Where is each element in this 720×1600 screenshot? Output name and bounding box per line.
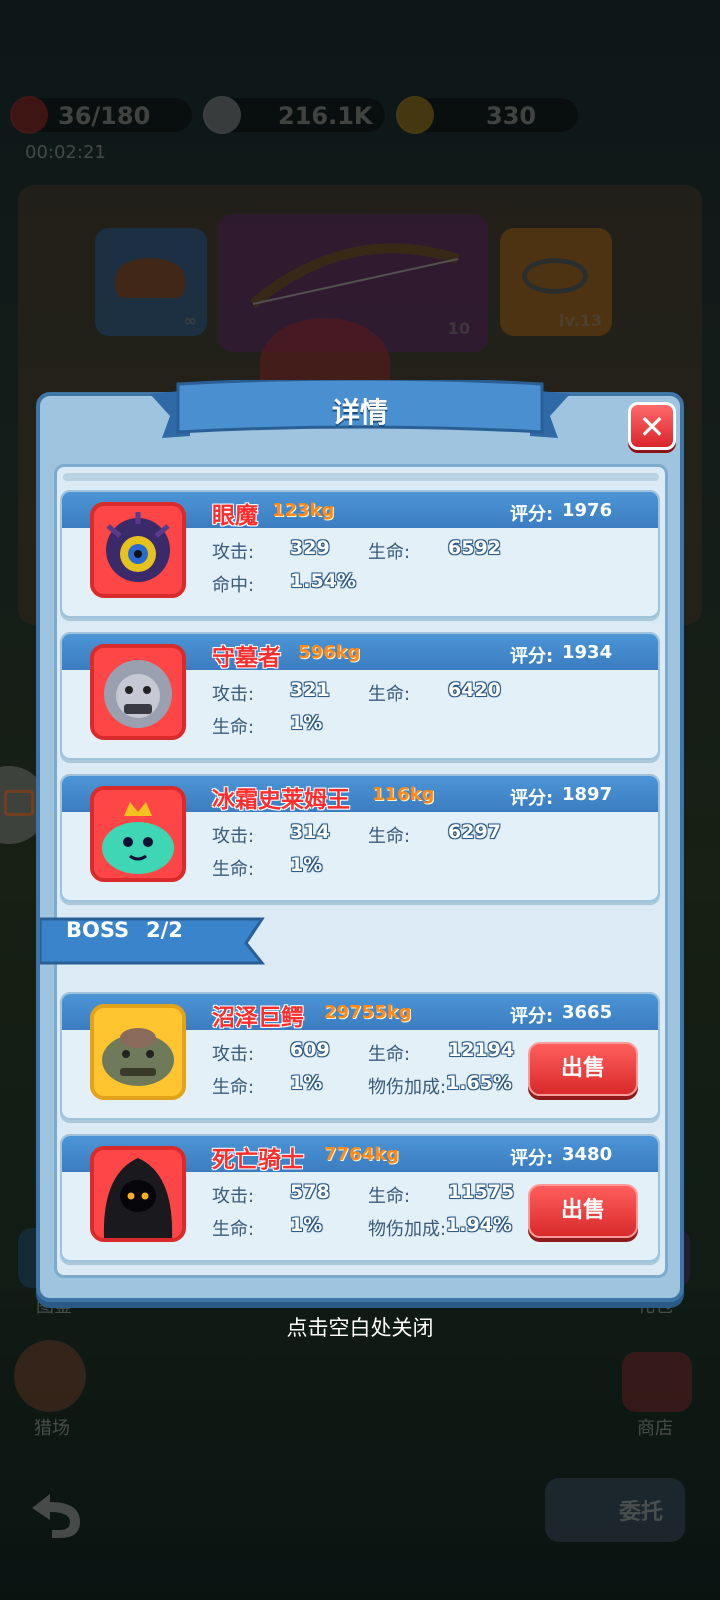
hp-label: 生命: xyxy=(368,684,411,705)
physical-damage-bonus-value: 1.65% xyxy=(446,1072,512,1094)
boss-card-death-knight: 死亡骑士 7764kg 评分: 3480 攻击: 578 生命: 11575 生… xyxy=(60,1134,660,1262)
score-value: 3480 xyxy=(562,1144,613,1165)
attack-value: 314 xyxy=(290,821,330,843)
boss-name: 沼泽巨鳄 xyxy=(212,1005,304,1031)
hit-value: 1.54% xyxy=(290,570,356,592)
attack-label: 攻击: xyxy=(212,1044,255,1065)
hp-value: 11575 xyxy=(448,1181,515,1203)
monster-weight: 123kg xyxy=(272,500,335,521)
monster-weight: 596kg xyxy=(298,642,361,663)
boss-label: BOSS xyxy=(66,918,130,942)
hp-bonus-label: 生命: xyxy=(212,717,255,738)
scroll-top-edge xyxy=(63,473,659,481)
hp-bonus-label: 生命: xyxy=(212,859,255,880)
hp-bonus-label: 生命: xyxy=(212,1219,255,1240)
sell-button[interactable]: 出售 xyxy=(528,1042,638,1096)
hp-bonus-value: 1% xyxy=(290,1072,323,1094)
tomb-keeper-portrait xyxy=(90,644,186,740)
hp-label: 生命: xyxy=(368,826,411,847)
hp-value: 12194 xyxy=(448,1039,515,1061)
attack-label: 攻击: xyxy=(212,826,255,847)
attack-label: 攻击: xyxy=(212,542,255,563)
death-knight-portrait xyxy=(90,1146,186,1242)
boss-count: 2/2 xyxy=(146,918,183,942)
boss-name: 死亡骑士 xyxy=(212,1147,304,1173)
boss-card-swamp-crocodile: 沼泽巨鳄 29755kg 评分: 3665 攻击: 609 生命: 12194 … xyxy=(60,992,660,1120)
sell-button[interactable]: 出售 xyxy=(528,1184,638,1238)
slime-king-icon xyxy=(102,802,174,874)
hp-bonus-value: 1% xyxy=(290,712,323,734)
stone-beast-icon xyxy=(104,660,172,728)
hp-bonus-value: 1% xyxy=(290,854,323,876)
beholder-portrait xyxy=(90,502,186,598)
attack-value: 609 xyxy=(290,1039,330,1061)
attack-value: 329 xyxy=(290,537,330,559)
score-value: 3665 xyxy=(562,1002,613,1023)
hooded-knight-icon xyxy=(103,1158,173,1238)
dialog-title: 详情 xyxy=(331,396,388,429)
eye-monster-icon xyxy=(106,512,170,582)
hp-value: 6592 xyxy=(448,537,501,559)
hp-label: 生命: xyxy=(368,1186,411,1207)
monster-name: 冰霜史莱姆王 xyxy=(212,787,350,813)
monster-card-frost-slime-king: 冰霜史莱姆王 116kg 评分: 1897 攻击: 314 生命: 6297 生… xyxy=(60,774,660,902)
monster-card-tomb-keeper: 守墓者 596kg 评分: 1934 攻击: 321 生命: 6420 生命: … xyxy=(60,632,660,760)
score-label: 评分: xyxy=(510,1148,554,1169)
hp-bonus-value: 1% xyxy=(290,1214,323,1236)
monster-card-beholder: 眼魔 123kg 评分: 1976 攻击: 329 生命: 6592 命中: 1… xyxy=(60,490,660,618)
boss-weight: 29755kg xyxy=(324,1002,412,1023)
attack-label: 攻击: xyxy=(212,684,255,705)
monster-name: 眼魔 xyxy=(212,503,258,529)
boss-weight: 7764kg xyxy=(324,1144,399,1165)
hp-bonus-label: 生命: xyxy=(212,1077,255,1098)
hit-label: 命中: xyxy=(212,575,255,596)
score-label: 评分: xyxy=(510,504,554,525)
monster-name: 守墓者 xyxy=(212,645,281,671)
physical-damage-bonus-value: 1.94% xyxy=(446,1214,512,1236)
hp-value: 6420 xyxy=(448,679,501,701)
score-value: 1976 xyxy=(562,500,613,521)
attack-label: 攻击: xyxy=(212,1186,255,1207)
score-label: 评分: xyxy=(510,1006,554,1027)
monster-weight: 116kg xyxy=(372,784,435,805)
score-label: 评分: xyxy=(510,788,554,809)
score-value: 1897 xyxy=(562,784,613,805)
attack-value: 578 xyxy=(290,1181,330,1203)
close-button[interactable]: ✕ xyxy=(628,402,676,450)
swamp-crocodile-portrait xyxy=(90,1004,186,1100)
physical-damage-bonus-label: 物伤加成: xyxy=(368,1077,447,1098)
close-hint: 点击空白处关闭 xyxy=(286,1316,434,1340)
hp-label: 生命: xyxy=(368,542,411,563)
score-label: 评分: xyxy=(510,646,554,667)
hp-value: 6297 xyxy=(448,821,501,843)
physical-damage-bonus-label: 物伤加成: xyxy=(368,1219,447,1240)
frost-slime-king-portrait xyxy=(90,786,186,882)
crocodile-icon xyxy=(102,1028,174,1086)
attack-value: 321 xyxy=(290,679,330,701)
hp-label: 生命: xyxy=(368,1044,411,1065)
score-value: 1934 xyxy=(562,642,613,663)
